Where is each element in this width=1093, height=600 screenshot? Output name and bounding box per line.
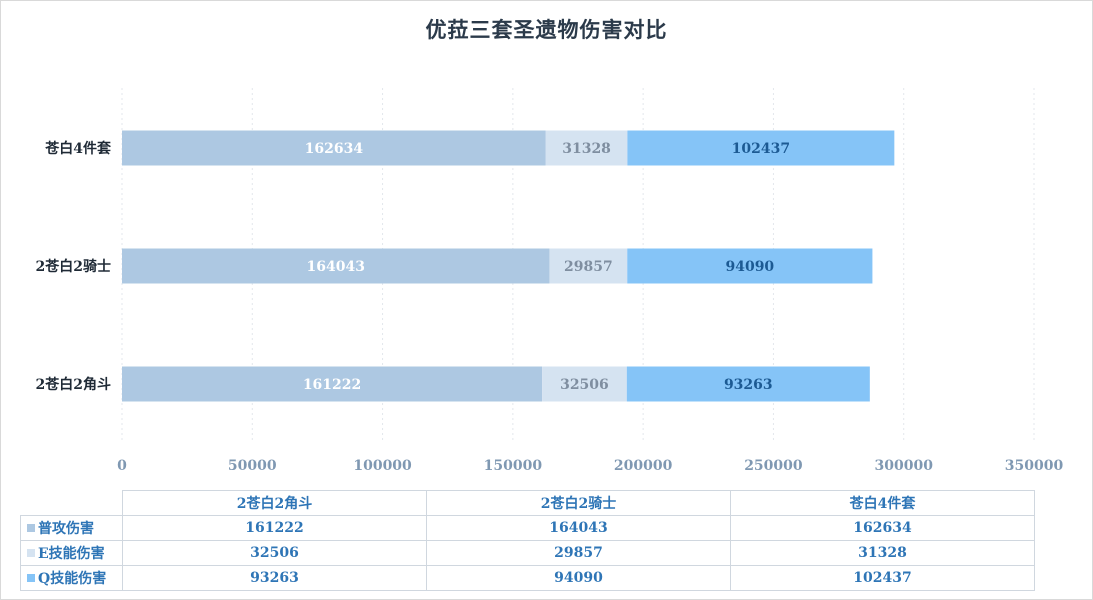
table-cell: 29857	[426, 540, 731, 566]
data-label: 164043	[306, 259, 364, 275]
table-cell: 31328	[730, 540, 1035, 566]
table-cell: 162634	[730, 515, 1035, 541]
table-cell: 93263	[122, 565, 427, 591]
table-header-row: 2苍白2角斗 2苍白2骑士 苍白4件套	[20, 490, 1035, 516]
table-cell: 164043	[426, 515, 731, 541]
table-cell: 32506	[122, 540, 427, 566]
data-label: 93263	[724, 377, 773, 393]
data-table: 2苍白2角斗 2苍白2骑士 苍白4件套 普攻伤害 161222 164043 1…	[20, 490, 1035, 591]
x-tick-label: 300000	[874, 458, 933, 474]
table-header-cell: 2苍白2骑士	[426, 490, 731, 516]
legend-entry: 普攻伤害	[20, 515, 123, 541]
x-tick-label: 250000	[744, 458, 803, 474]
table-header-cell: 苍白4件套	[730, 490, 1035, 516]
x-tick-label: 0	[117, 458, 127, 474]
table-row: 普攻伤害 161222 164043 162634	[20, 515, 1035, 541]
data-label: 94090	[725, 259, 774, 275]
legend-label: Q技能伤害	[38, 571, 107, 587]
category-label: 2苍白2骑士	[36, 258, 111, 275]
table-cell: 161222	[122, 515, 427, 541]
legend-entry: Q技能伤害	[20, 565, 123, 591]
x-tick-label: 100000	[353, 458, 412, 474]
x-tick-label: 200000	[614, 458, 673, 474]
legend-swatch	[27, 549, 35, 557]
table-row: E技能伤害 32506 29857 31328	[20, 540, 1035, 566]
x-tick-label: 50000	[228, 458, 277, 474]
table-cell: 102437	[730, 565, 1035, 591]
data-label: 102437	[732, 141, 790, 157]
legend-label: E技能伤害	[38, 546, 105, 562]
x-tick-label: 150000	[484, 458, 543, 474]
x-tick-label: 350000	[1005, 458, 1064, 474]
data-label: 31328	[562, 141, 611, 157]
legend-swatch	[27, 524, 35, 532]
table-header-cell: 2苍白2角斗	[122, 490, 427, 516]
bar-chart: 0 50000 100000 150000 200000 250000 300000 3500…	[36, 88, 1064, 474]
legend-swatch	[27, 574, 35, 582]
category-label: 苍白4件套	[44, 140, 111, 157]
table-row: Q技能伤害 93263 94090 102437	[20, 565, 1035, 591]
category-label: 2苍白2角斗	[36, 376, 111, 393]
table-cell: 94090	[426, 565, 731, 591]
data-label: 29857	[564, 259, 613, 275]
data-label: 162634	[305, 141, 364, 157]
data-label: 32506	[560, 377, 609, 393]
data-label: 161222	[303, 377, 361, 393]
table-corner	[20, 490, 123, 516]
legend-label: 普攻伤害	[38, 521, 94, 537]
legend-entry: E技能伤害	[20, 540, 123, 566]
